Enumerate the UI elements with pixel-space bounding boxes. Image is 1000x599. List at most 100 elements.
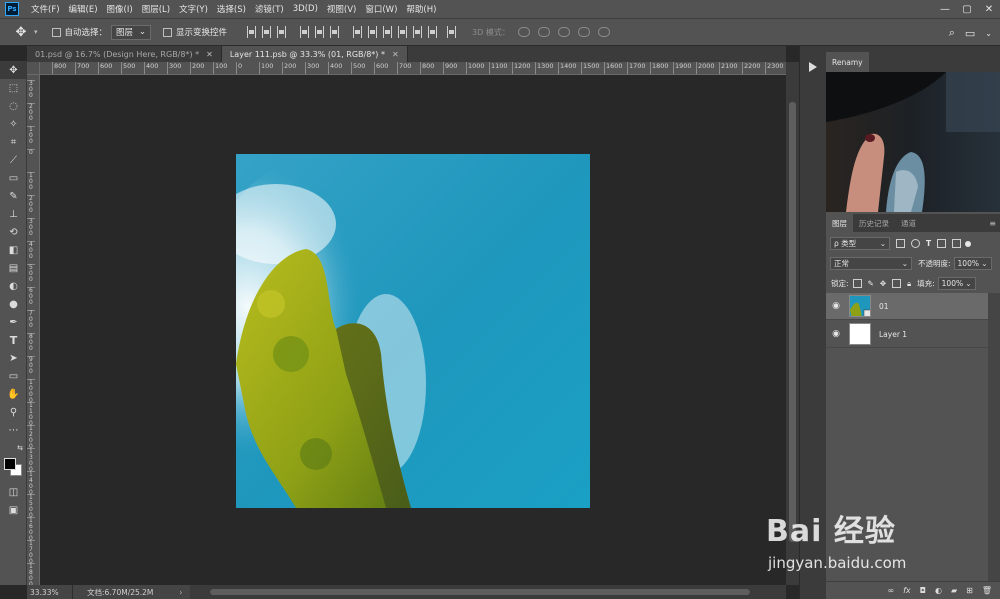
3d-scale-icon[interactable] — [597, 27, 610, 37]
vertical-ruler[interactable]: 300 200 100 0 100 200 300 400 500 600 700 800 900 100… — [27, 75, 40, 585]
auto-select-dropdown[interactable]: 图层 ⌄ — [111, 24, 152, 40]
menu-3d[interactable]: 3D(D) — [293, 4, 318, 14]
auto-select-checkbox[interactable]: 自动选择： — [51, 26, 107, 38]
lock-pixels-icon[interactable]: ✎ — [868, 279, 874, 288]
type-tool-icon[interactable]: T — [0, 331, 27, 349]
play-icon[interactable] — [809, 62, 817, 72]
scroll-thumb[interactable] — [789, 102, 796, 542]
fx-icon[interactable]: fx — [903, 586, 911, 595]
layer-row-layer-1[interactable]: ◉ Layer 1 — [826, 321, 988, 348]
add-mask-icon[interactable]: ◘ — [920, 586, 926, 595]
more-tools-icon[interactable]: ⋯ — [0, 421, 27, 439]
menu-view[interactable]: 视图(V) — [327, 3, 356, 15]
ruler-origin[interactable] — [27, 62, 40, 75]
blend-mode-dropdown[interactable]: 正常 ⌄ — [830, 257, 912, 270]
workspace-icon[interactable]: ▭ — [965, 27, 975, 40]
layer-row-01[interactable]: ◉ 01 — [826, 293, 988, 320]
smart-object-filter-icon[interactable] — [952, 239, 962, 248]
search-icon[interactable]: ⌕ — [949, 26, 955, 40]
vertical-scrollbar[interactable] — [786, 62, 799, 585]
marquee-tool-icon[interactable]: ⬚ — [0, 79, 27, 97]
type-filter-icon[interactable]: T — [926, 239, 931, 248]
close-icon[interactable]: ✕ — [392, 50, 399, 59]
distribute-vcenter-icon[interactable] — [368, 26, 378, 38]
adjustment-layer-icon[interactable]: ◐ — [935, 586, 942, 595]
zoom-level-field[interactable]: 33.33% — [27, 585, 73, 599]
gradient-tool-icon[interactable]: ▤ — [0, 259, 27, 277]
menu-help[interactable]: 帮助(H) — [406, 3, 436, 15]
opacity-field[interactable]: 100% ⌄ — [953, 257, 992, 270]
tab-renamy[interactable]: Renamy — [826, 52, 869, 72]
close-button[interactable]: ✕ — [978, 4, 1000, 15]
dodge-tool-icon[interactable]: ● — [0, 295, 27, 313]
auto-align-icon[interactable] — [447, 26, 457, 38]
healing-brush-tool-icon[interactable]: ▭ — [0, 169, 27, 187]
move-tool-icon[interactable]: ✥ — [8, 25, 34, 40]
layer-filter-dropdown[interactable]: ρ 类型 ⌄ — [830, 237, 890, 250]
close-icon[interactable]: ✕ — [206, 50, 213, 59]
menu-filter[interactable]: 滤镜(T) — [255, 3, 284, 15]
chevron-down-icon[interactable]: ⌄ — [985, 29, 992, 38]
eye-icon[interactable]: ◉ — [826, 301, 846, 311]
blur-tool-icon[interactable]: ◐ — [0, 277, 27, 295]
lock-transparency-icon[interactable] — [852, 279, 862, 288]
fill-field[interactable]: 100% ⌄ — [937, 277, 976, 290]
maximize-button[interactable]: ▢ — [956, 4, 978, 15]
lock-position-icon[interactable]: ✥ — [880, 279, 886, 288]
new-layer-icon[interactable]: ⊞ — [966, 586, 973, 595]
document-image[interactable] — [236, 154, 590, 508]
align-right-icon[interactable] — [330, 26, 340, 38]
3d-slide-icon[interactable] — [577, 27, 590, 37]
menu-type[interactable]: 文字(Y) — [179, 3, 208, 15]
pen-tool-icon[interactable]: ✒ — [0, 313, 27, 331]
eyedropper-tool-icon[interactable]: ⟋ — [0, 151, 27, 169]
move-tool-icon[interactable]: ✥ — [0, 61, 27, 79]
zoom-tool-icon[interactable]: ⚲ — [0, 403, 27, 421]
align-left-icon[interactable] — [300, 26, 310, 38]
3d-roll-icon[interactable] — [537, 27, 550, 37]
tab-01-psd[interactable]: 01.psd @ 16.7% (Design Here, RGB/8*) * ✕ — [27, 46, 222, 62]
menu-window[interactable]: 窗口(W) — [365, 3, 397, 15]
menu-image[interactable]: 图像(I) — [107, 3, 133, 15]
distribute-hcenter-icon[interactable] — [413, 26, 423, 38]
lock-all-icon[interactable]: 🔒︎ — [907, 279, 911, 289]
align-vcenter-icon[interactable] — [262, 26, 272, 38]
history-brush-tool-icon[interactable]: ⟲ — [0, 223, 27, 241]
magic-wand-tool-icon[interactable]: ✧ — [0, 115, 27, 133]
tab-channels[interactable]: 通道 — [895, 214, 922, 232]
distribute-left-icon[interactable] — [398, 26, 408, 38]
path-selection-tool-icon[interactable]: ➤ — [0, 349, 27, 367]
foreground-color-swatch[interactable] — [4, 458, 16, 470]
align-bottom-icon[interactable] — [277, 26, 287, 38]
lasso-tool-icon[interactable]: ◌ — [0, 97, 27, 115]
quick-mask-icon[interactable]: ◫ — [0, 483, 27, 501]
minimize-button[interactable]: — — [934, 4, 956, 15]
new-group-icon[interactable]: ▰ — [951, 586, 957, 595]
screen-mode-icon[interactable]: ▣ — [0, 501, 27, 519]
layer-name[interactable]: 01 — [879, 302, 889, 311]
status-menu-arrow-icon[interactable]: › — [179, 588, 182, 597]
tab-history[interactable]: 历史记录 — [853, 214, 895, 232]
scroll-thumb[interactable] — [210, 589, 750, 595]
clone-stamp-tool-icon[interactable]: ⊥ — [0, 205, 27, 223]
horizontal-scrollbar[interactable] — [190, 585, 786, 599]
rectangle-tool-icon[interactable]: ▭ — [0, 367, 27, 385]
menu-layer[interactable]: 图层(L) — [142, 3, 170, 15]
pixel-filter-icon[interactable] — [896, 239, 905, 248]
distribute-right-icon[interactable] — [428, 26, 438, 38]
align-top-icon[interactable] — [247, 26, 257, 38]
eye-icon[interactable]: ◉ — [826, 329, 846, 339]
crop-tool-icon[interactable]: ⌗ — [0, 133, 27, 151]
tab-layer-111-psb[interactable]: Layer 111.psb @ 33.3% (01, RGB/8*) * ✕ — [221, 46, 408, 62]
horizontal-ruler[interactable]: 800 700 600 500 400 300 200 100 0 100 200 300 400 500… — [40, 62, 786, 75]
align-hcenter-icon[interactable] — [315, 26, 325, 38]
distribute-bottom-icon[interactable] — [383, 26, 393, 38]
menu-select[interactable]: 选择(S) — [217, 3, 246, 15]
3d-drag-icon[interactable] — [557, 27, 570, 37]
panel-menu-icon[interactable]: ≡ — [989, 214, 996, 232]
shape-filter-icon[interactable] — [937, 239, 947, 248]
3d-rotate-icon[interactable] — [517, 27, 530, 37]
delete-layer-icon[interactable]: 🗑︎ — [982, 586, 992, 595]
layer-name[interactable]: Layer 1 — [879, 330, 907, 339]
adjustment-filter-icon[interactable] — [911, 239, 920, 248]
